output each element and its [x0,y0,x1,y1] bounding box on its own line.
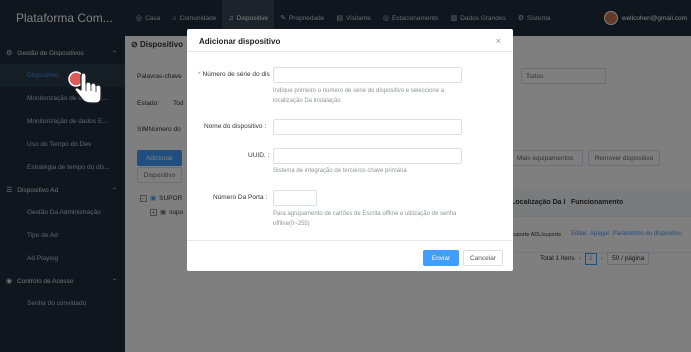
dialog-title: Adicionar dispositivo [199,37,281,46]
device-name-label: Nome do dispositivo : [204,123,267,130]
device-name-input[interactable] [273,119,462,135]
add-device-dialog: Adicionar dispositivo × * Número de série… [187,29,513,271]
port-hint: Para agrupamento de cartões de Escrita o… [273,211,457,227]
cancel-button[interactable]: Cancelar [463,250,503,266]
submit-button[interactable]: Enviar [423,250,459,266]
port-label: Número Da Porta : [213,194,268,201]
close-icon[interactable]: × [496,36,501,46]
required-mark: * [198,71,201,78]
port-input[interactable] [273,190,317,206]
uuid-hint: Sistema de integração de terceiros chave… [273,168,407,174]
dialog-body: * Número de série do dis Indique primeiro… [187,51,513,241]
hand-pointer-icon [68,71,102,104]
serial-hint: Indique primeiro o número de série do di… [273,88,445,104]
uuid-label: UUID. : [248,152,270,159]
serial-input[interactable] [273,67,462,83]
uuid-input[interactable] [273,148,462,164]
serial-label: * Número de série do dis [198,71,270,78]
